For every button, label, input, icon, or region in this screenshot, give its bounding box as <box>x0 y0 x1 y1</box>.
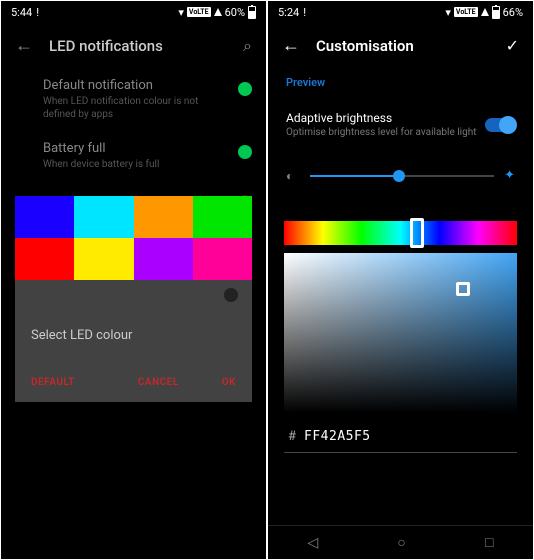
saturation-value-picker[interactable] <box>284 253 517 413</box>
priority-icon: ! <box>303 6 306 19</box>
dialog-title: Select LED colour <box>15 310 252 367</box>
swatch-purple[interactable] <box>134 238 193 280</box>
custom-color-icon[interactable] <box>224 288 238 302</box>
adaptive-brightness-toggle[interactable] <box>485 118 515 132</box>
app-header: ← LED notifications ⌕ <box>1 23 266 68</box>
hex-value[interactable]: FF42A5F5 <box>304 429 371 444</box>
setting-item-default[interactable]: Default notification When LED notificati… <box>15 68 252 131</box>
status-bar: 5:24 ! ▾ VoLTE 66% <box>268 1 533 23</box>
nav-home-icon[interactable]: ○ <box>397 534 405 551</box>
page-title: Customisation <box>316 37 490 55</box>
battery-pct: 66% <box>503 6 523 19</box>
phone-led-notifications: 5:44 ! ▾ VoLTE 60% ← LED notifications ⌕… <box>1 1 266 559</box>
back-icon[interactable]: ← <box>282 35 300 56</box>
wifi-icon: ▾ <box>445 6 451 19</box>
status-time: 5:24 <box>278 6 299 19</box>
signal-icon <box>214 8 222 16</box>
color-picker-dialog: Select LED colour DEFAULT CANCEL OK <box>15 196 252 402</box>
status-bar: 5:44 ! ▾ VoLTE 60% <box>1 1 266 23</box>
cancel-button[interactable]: CANCEL <box>138 377 179 388</box>
swatch-orange[interactable] <box>134 196 193 238</box>
brightness-slider-row: ◐ ✦ <box>282 154 519 213</box>
page-title: LED notifications <box>49 37 227 55</box>
ok-button[interactable]: OK <box>222 377 236 388</box>
swatch-yellow[interactable] <box>74 238 133 280</box>
hash-label: # <box>288 429 296 444</box>
hex-input-row[interactable]: # FF42A5F5 <box>284 427 517 453</box>
brightness-auto-icon[interactable]: ✦ <box>504 168 515 183</box>
hue-thumb[interactable] <box>410 218 424 248</box>
brightness-low-icon: ◐ <box>286 169 300 183</box>
setting-item-battery-full[interactable]: Battery full When device battery is full <box>15 131 252 181</box>
swatch-pink[interactable] <box>193 238 252 280</box>
priority-icon: ! <box>36 6 39 19</box>
adaptive-brightness-row[interactable]: Adaptive brightness Optimise brightness … <box>282 105 519 154</box>
swatch-cyan[interactable] <box>74 196 133 238</box>
brightness-slider[interactable] <box>310 175 494 177</box>
swatch-red[interactable] <box>15 238 74 280</box>
volte-icon: VoLTE <box>454 7 478 17</box>
wifi-icon: ▾ <box>178 6 184 19</box>
volte-icon: VoLTE <box>187 7 211 17</box>
nav-recent-icon[interactable]: □ <box>485 534 493 551</box>
status-time: 5:44 <box>11 6 32 19</box>
sv-thumb[interactable] <box>456 282 470 296</box>
hue-slider[interactable] <box>284 221 517 245</box>
slider-thumb[interactable] <box>393 170 405 182</box>
phone-customisation: 5:24 ! ▾ VoLTE 66% ← Customisation ✓ Pre… <box>268 1 533 559</box>
battery-icon <box>248 6 256 19</box>
android-nav-bar: ◁ ○ □ <box>268 525 533 559</box>
swatch-green[interactable] <box>193 196 252 238</box>
back-icon[interactable]: ← <box>15 35 33 56</box>
confirm-icon[interactable]: ✓ <box>506 36 519 55</box>
app-header: ← Customisation ✓ <box>268 23 533 68</box>
default-button[interactable]: DEFAULT <box>31 377 75 388</box>
nav-back-icon[interactable]: ◁ <box>308 535 319 551</box>
search-icon[interactable]: ⌕ <box>243 36 252 56</box>
led-dot <box>238 145 252 159</box>
swatch-blue[interactable] <box>15 196 74 238</box>
battery-pct: 60% <box>225 6 245 19</box>
led-dot <box>238 82 252 96</box>
battery-icon <box>492 6 500 19</box>
preview-label: Preview <box>282 68 519 105</box>
signal-icon <box>481 8 489 16</box>
color-swatches <box>15 196 252 280</box>
